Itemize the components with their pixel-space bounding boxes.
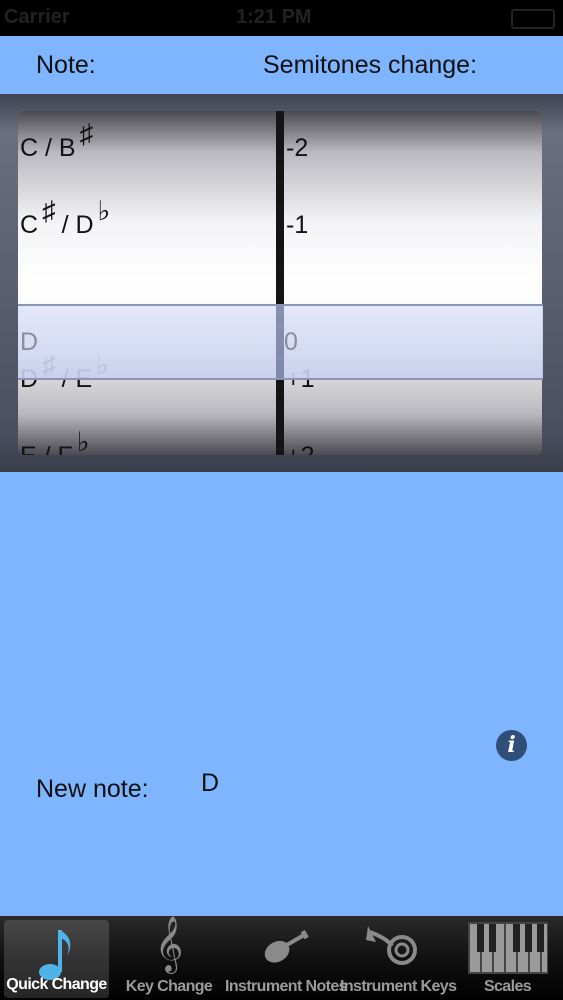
carrier-label: Carrier	[4, 6, 70, 28]
flat-icon: ♭	[76, 427, 90, 455]
picker-row-note[interactable]: C ♯ / D ♭	[18, 187, 276, 264]
note-semitone-picker[interactable]: C / B♯ C♯/ D♭ D♯/ E♭ E / F♭ -2 -1 +1 +2 …	[0, 94, 563, 472]
picker-header: Note: Semitones change:	[0, 36, 563, 94]
tab-key-change[interactable]: 𝄞 Key Change	[114, 916, 224, 1000]
tab-label: Instrument Notes	[225, 978, 348, 995]
clock-label: 1:21 PM	[236, 6, 312, 28]
quick-change-screen: Note: Semitones change: C / B♯ C♯/ D♭ D ♯…	[0, 36, 563, 916]
treble-clef-icon: 𝄞	[154, 916, 184, 972]
battery-icon	[511, 9, 555, 29]
tab-label: Scales	[483, 978, 532, 995]
tab-bar: Quick Change 𝄞 Key Change Instrument Not…	[0, 916, 563, 1000]
violin-icon	[264, 930, 309, 963]
picker-selection-indicator[interactable]: D 0	[18, 304, 543, 380]
info-button[interactable]: i	[496, 730, 527, 761]
note-column-header: Note:	[36, 51, 96, 79]
tab-scales[interactable]: Scales	[455, 916, 560, 1000]
semitone-wheel[interactable]: -2 -1 +1 +2	[284, 111, 542, 455]
status-bar: Carrier 1:21 PM	[0, 0, 563, 36]
tab-quick-change[interactable]: Quick Change	[4, 920, 109, 998]
flat-icon: ♭	[97, 196, 111, 226]
tab-instrument-notes[interactable]: Instrument Notes	[225, 916, 348, 1000]
french-horn-icon	[366, 926, 417, 965]
picker-row-semitone[interactable]: -2	[284, 111, 542, 187]
piano-keys-icon	[467, 922, 548, 974]
sharp-icon: ♯	[79, 119, 94, 149]
sharp-icon: ♯	[42, 196, 56, 226]
selection-divider	[276, 306, 284, 378]
semitones-column-header: Semitones change:	[263, 51, 478, 79]
tab-instrument-keys[interactable]: Instrument Keys	[340, 916, 457, 1000]
selected-semitone[interactable]: 0	[284, 306, 298, 378]
tab-label: Key Change	[125, 978, 213, 995]
picker-row-semitone[interactable]: -1	[284, 187, 542, 264]
wheel-divider	[276, 111, 284, 455]
selected-note[interactable]: D	[20, 306, 38, 378]
picker-row-semitone[interactable]: +2	[284, 418, 542, 455]
tab-label: Quick Change	[6, 976, 107, 993]
picker-row-note[interactable]: C / B ♯	[18, 111, 276, 187]
tab-label: Instrument Keys	[340, 978, 457, 995]
picker-row-note[interactable]: E / F♭	[18, 418, 276, 455]
new-note-value: D	[201, 769, 220, 797]
new-note-label: New note:	[36, 775, 149, 803]
note-wheel[interactable]: C / B♯ C♯/ D♭ D♯/ E♭ E / F♭	[18, 111, 276, 455]
music-note-icon	[38, 930, 70, 980]
